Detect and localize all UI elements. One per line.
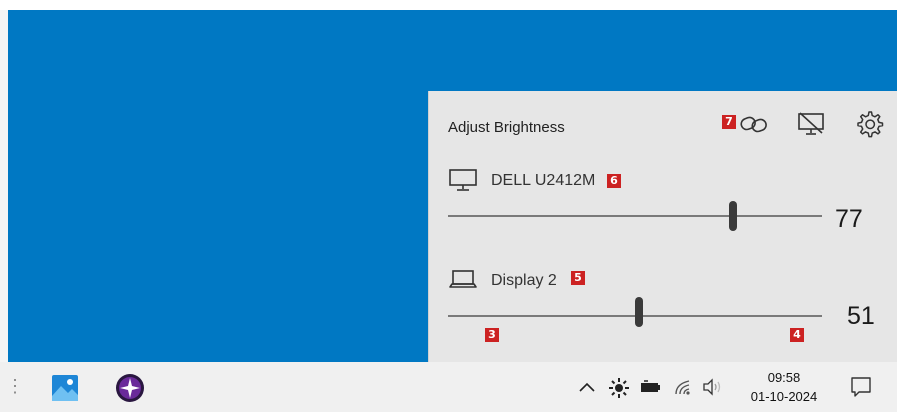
monitor-2-brightness-thumb[interactable] (635, 297, 643, 327)
volume-icon[interactable] (702, 378, 724, 396)
wifi-icon[interactable] (673, 378, 693, 396)
brightness-flyout: Adjust Brightness 7 DELL U2412M 6 77 Dis… (428, 91, 897, 362)
screen-top-edge (0, 0, 897, 10)
badge-4: 4 (790, 328, 804, 342)
badge-3: 3 (485, 328, 499, 342)
desktop-monitor-icon (448, 167, 478, 198)
brightness-icon[interactable] (608, 377, 630, 399)
screen-left-edge (0, 10, 8, 362)
monitor-2-name: Display 2 (491, 272, 557, 289)
monitor-1-brightness-value: 77 (835, 205, 863, 233)
taskbar-overflow-dots: ⋮ (6, 376, 24, 396)
badge-7: 7 (722, 115, 736, 129)
badge-6: 6 (607, 174, 621, 188)
chevron-up-icon[interactable] (578, 380, 596, 394)
link-icon[interactable] (738, 108, 770, 140)
monitor-1-brightness-thumb[interactable] (729, 201, 737, 231)
monitor-2-brightness-value: 51 (847, 302, 875, 330)
clock-date: 01-10-2024 (750, 389, 818, 404)
compass-app-icon[interactable] (115, 373, 145, 403)
notification-icon[interactable] (850, 376, 872, 398)
taskbar: ⋮ 09:58 01-10-2024 (0, 362, 897, 412)
display-off-icon[interactable] (795, 108, 827, 140)
monitor-1-name: DELL U2412M (491, 172, 596, 189)
monitor-1-brightness-track[interactable] (448, 215, 822, 217)
battery-icon[interactable] (640, 380, 662, 394)
badge-5: 5 (571, 271, 585, 285)
settings-gear-icon[interactable] (853, 108, 885, 140)
taskbar-clock[interactable]: 09:58 01-10-2024 (744, 368, 824, 406)
photos-app-icon[interactable] (51, 374, 79, 402)
clock-time: 09:58 (767, 370, 801, 385)
flyout-title: Adjust Brightness (448, 119, 565, 136)
laptop-icon (448, 267, 478, 296)
